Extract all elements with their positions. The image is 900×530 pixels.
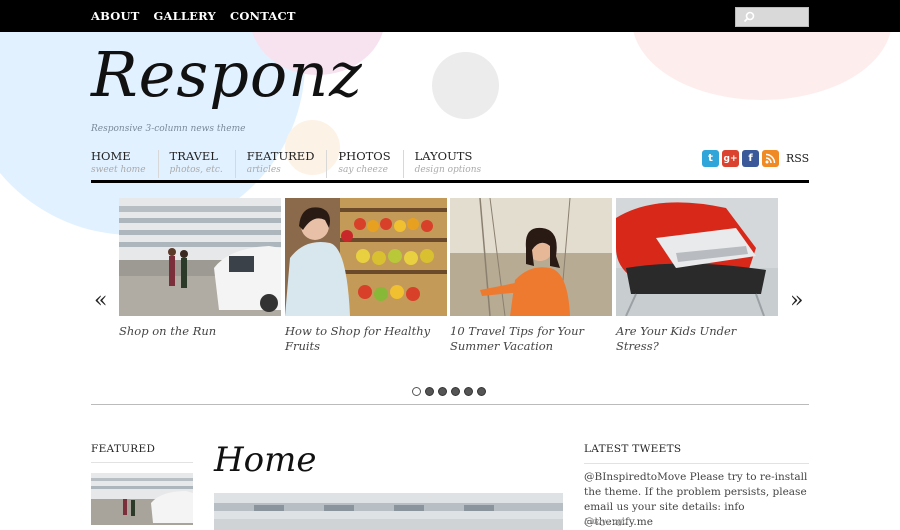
site-logo[interactable]: Responz [91,38,363,111]
page-title: Home [214,440,317,480]
slider-dot[interactable] [451,387,460,396]
nav-item-sub: say cheeze [338,165,388,175]
nav-item-label: HOME [91,149,131,163]
google-plus-icon[interactable]: g+ [722,150,739,167]
nav-item-layouts[interactable]: LAYOUTS design options [415,150,494,178]
slider-dot[interactable] [438,387,447,396]
slide-caption[interactable]: How to Shop for Healthy Fruits [285,324,447,354]
nav-item-sub: design options [414,165,482,175]
nav-divider [91,180,809,183]
slider-dot[interactable] [412,387,421,396]
top-nav: ABOUT GALLERY CONTACT [91,9,310,23]
slide-caption[interactable]: Shop on the Run [119,324,281,339]
nav-item-label: TRAVEL [169,149,218,163]
top-nav-contact[interactable]: CONTACT [230,9,296,23]
nav-item-sub: articles [246,165,281,175]
slider-dot[interactable] [464,387,473,396]
social-links: t g+ f RSS [702,150,809,167]
main-nav: HOME sweet home TRAVEL photos, etc. FEAT… [91,150,504,178]
slide-image[interactable] [119,198,281,316]
tweet-timestamp[interactable]: 5 days ago [584,517,627,526]
rss-icon[interactable] [762,150,779,167]
nav-item-photos[interactable]: PHOTOS say cheeze [338,149,404,178]
post-image[interactable] [214,493,563,530]
slide-image[interactable] [450,198,612,316]
slide-caption[interactable]: 10 Travel Tips for Your Summer Vacation [450,324,612,354]
nav-item-home[interactable]: HOME sweet home [91,150,159,178]
slider-next-button[interactable]: » [790,288,803,313]
featured-heading: FEATURED [91,443,156,455]
nav-item-label: FEATURED [246,149,315,163]
nav-item-sub: sweet home [91,165,146,175]
section-divider [91,404,809,405]
slide-image[interactable] [285,198,447,316]
featured-thumbnail[interactable] [91,473,193,525]
facebook-icon[interactable]: f [742,150,759,167]
slide-4[interactable]: Are Your Kids Under Stress? [616,198,778,354]
slide-image[interactable] [616,198,778,316]
nav-item-sub: photos, etc. [169,165,223,175]
search-input[interactable] [735,7,809,27]
slide-3[interactable]: 10 Travel Tips for Your Summer Vacation [450,198,612,354]
nav-item-travel[interactable]: TRAVEL photos, etc. [170,150,236,178]
slider-pagination [412,387,486,396]
top-nav-about[interactable]: ABOUT [91,9,139,23]
tweets-heading: LATEST TWEETS [584,443,682,455]
search-icon [743,11,755,23]
decor-circle-gray [432,52,499,119]
slider-dot[interactable] [477,387,486,396]
slide-caption[interactable]: Are Your Kids Under Stress? [616,324,778,354]
tweets-divider [584,463,809,464]
slide-2[interactable]: How to Shop for Healthy Fruits [285,198,447,354]
featured-divider [91,462,193,463]
site-tagline: Responsive 3-column news theme [91,124,246,134]
twitter-icon[interactable]: t [702,150,719,167]
nav-item-label: LAYOUTS [414,149,473,163]
slider-prev-button[interactable]: « [94,288,107,313]
top-bar: ABOUT GALLERY CONTACT [0,0,900,32]
slide-1[interactable]: Shop on the Run [119,198,281,339]
nav-item-featured[interactable]: FEATURED articles [247,150,328,178]
rss-link[interactable]: RSS [786,152,809,165]
nav-item-label: PHOTOS [338,149,391,163]
slider-dot[interactable] [425,387,434,396]
top-nav-gallery[interactable]: GALLERY [153,9,216,23]
